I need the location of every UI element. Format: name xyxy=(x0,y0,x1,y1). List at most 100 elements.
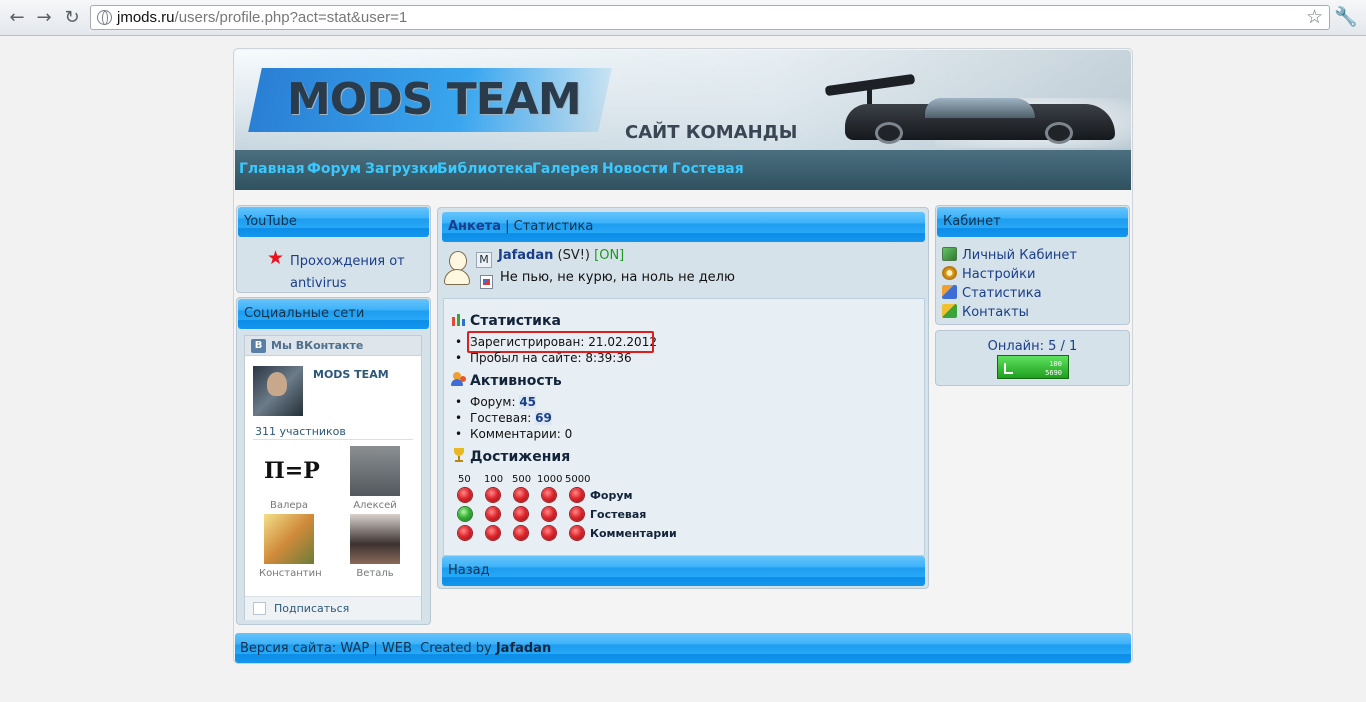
achievement-row-label: Гостевая xyxy=(590,508,647,521)
gender-icon: M xyxy=(476,252,492,268)
contacts-icon xyxy=(942,304,957,318)
vk-header-title[interactable]: Мы ВКонтакте xyxy=(271,339,363,352)
username-line: Jafadan (SV!) [ON] xyxy=(498,248,625,263)
message-icon[interactable] xyxy=(480,275,493,289)
member-avatar: П=Р xyxy=(264,458,320,484)
member-avatar xyxy=(264,514,314,564)
address-bar[interactable]: jmods.ru/users/profile.php?act=stat&user… xyxy=(90,5,1330,30)
members-count[interactable]: 311 участников xyxy=(255,425,346,438)
bar-chart-icon xyxy=(451,311,467,327)
achievement-dot xyxy=(458,526,472,540)
vk-widget: В Мы ВКонтакте MODS TEAM 311 участников … xyxy=(244,335,422,620)
achievement-dot xyxy=(486,526,500,540)
forum-count-link[interactable]: 45 xyxy=(519,395,537,409)
id-card-icon xyxy=(942,247,957,261)
nav-item-guestbook[interactable]: Гостевая xyxy=(672,161,744,177)
time-online-item: Пробыл на сайте: 8:39:36 xyxy=(455,351,632,365)
tab-profile[interactable]: Анкета xyxy=(448,219,501,234)
cabinet-panel: Кабинет Личный Кабинет Настройки Статист… xyxy=(935,205,1130,325)
arrow-right-icon[interactable]: → xyxy=(32,6,56,30)
star-icon[interactable]: ☆ xyxy=(1306,6,1323,29)
social-header: Социальные сети xyxy=(238,299,429,329)
achievement-dot xyxy=(570,526,584,540)
tier-label: 5000 xyxy=(565,474,591,485)
profile-tabs: Анкета | Статистика xyxy=(442,212,925,242)
footer-bar: Версия сайта: WAP | WEB Created by Jafad… xyxy=(235,633,1131,663)
cabinet-item-contacts[interactable]: Контакты xyxy=(942,304,1029,320)
footer-author[interactable]: Jafadan xyxy=(496,641,551,656)
profile-panel: Анкета | Статистика M Jafadan (SV!) [ON]… xyxy=(437,207,929,589)
nav-item-home[interactable]: Главная xyxy=(239,161,305,177)
users-icon xyxy=(451,371,467,387)
achievement-row-label: Комментарии xyxy=(590,527,677,540)
trophy-icon xyxy=(451,447,467,463)
reload-icon[interactable]: ↻ xyxy=(60,6,84,30)
site-container: MODS TEAM САЙТ КОМАНДЫ Главная Форум Заг… xyxy=(233,48,1133,664)
achievement-dot xyxy=(514,526,528,540)
achievement-dot xyxy=(514,488,528,502)
star-icon: ★ xyxy=(267,247,285,269)
arrow-left-icon[interactable]: ← xyxy=(5,6,29,30)
tab-statistics[interactable]: Статистика xyxy=(514,219,594,234)
member-item[interactable]: Константин xyxy=(259,514,322,579)
site-logo[interactable]: MODS TEAM xyxy=(287,74,582,125)
online-count[interactable]: Онлайн: 5 / 1 xyxy=(936,339,1129,354)
user-status: Не пью, не курю, на ноль не делю xyxy=(500,270,735,285)
nav-item-forum[interactable]: Форум xyxy=(307,161,361,177)
group-name[interactable]: MODS TEAM xyxy=(313,368,389,381)
nav-item-gallery[interactable]: Галерея xyxy=(532,161,599,177)
back-link[interactable]: Назад xyxy=(448,563,490,578)
counter-chart-icon xyxy=(1004,363,1013,374)
wrench-icon[interactable]: 🔧 xyxy=(1334,5,1358,29)
online-panel: Онлайн: 5 / 1 100 5690 xyxy=(935,330,1130,386)
achievement-dot xyxy=(458,507,472,521)
gear-icon xyxy=(942,266,957,280)
achievement-dot xyxy=(542,507,556,521)
url-text[interactable]: jmods.ru/users/profile.php?act=stat&user… xyxy=(117,9,407,26)
user-avatar-icon xyxy=(444,251,470,285)
stats-box: Статистика Зарегистрирован: 21.02.2012 П… xyxy=(443,298,925,556)
subscribe-label[interactable]: Подписаться xyxy=(274,602,349,615)
subscribe-checkbox[interactable] xyxy=(253,602,266,615)
cabinet-item-stats[interactable]: Статистика xyxy=(942,285,1042,301)
nav-item-downloads[interactable]: Загрузки xyxy=(365,161,438,177)
site-slogan: САЙТ КОМАНДЫ xyxy=(625,122,798,143)
footer-link-web[interactable]: WEB xyxy=(382,641,412,656)
tier-label: 500 xyxy=(512,474,532,485)
youtube-panel: YouTube ★ Прохождения от antivirus xyxy=(236,205,431,293)
youtube-link[interactable]: Прохождения от antivirus xyxy=(290,251,430,295)
nav-item-news[interactable]: Новости xyxy=(602,161,668,177)
tier-label: 50 xyxy=(458,474,471,485)
users-icon xyxy=(942,285,957,299)
activity-title: Активность xyxy=(470,373,562,389)
guest-count-link[interactable]: 69 xyxy=(535,411,552,425)
cabinet-item-personal[interactable]: Личный Кабинет xyxy=(942,247,1077,263)
cabinet-header: Кабинет xyxy=(937,207,1128,237)
achievements-title: Достижения xyxy=(470,449,571,465)
globe-icon xyxy=(97,10,112,25)
member-avatar xyxy=(350,514,400,564)
header-banner: MODS TEAM САЙТ КОМАНДЫ xyxy=(235,50,1131,150)
username-link[interactable]: Jafadan xyxy=(498,248,553,263)
achievement-dot xyxy=(570,507,584,521)
stats-title: Статистика xyxy=(470,313,561,329)
achievement-dot xyxy=(570,488,584,502)
member-item[interactable]: Алексей xyxy=(345,446,405,511)
member-item[interactable]: Веталь xyxy=(345,514,405,579)
achievement-dot xyxy=(486,507,500,521)
achievement-dot xyxy=(514,507,528,521)
achievement-dot xyxy=(486,488,500,502)
car-image xyxy=(815,73,1125,144)
member-item[interactable]: П=Р Валера xyxy=(259,446,320,511)
back-bar: Назад xyxy=(442,556,925,586)
youtube-header: YouTube xyxy=(238,207,429,237)
footer-link-wap[interactable]: WAP xyxy=(340,641,369,656)
member-avatar xyxy=(350,446,400,496)
nav-item-library[interactable]: Библиотека xyxy=(437,161,534,177)
highlight-box xyxy=(467,331,654,353)
group-avatar[interactable] xyxy=(253,366,303,416)
online-tag: [ON] xyxy=(594,248,625,263)
subscribe-row[interactable]: Подписаться xyxy=(245,596,421,620)
visit-counter[interactable]: 100 5690 xyxy=(997,355,1069,379)
cabinet-item-settings[interactable]: Настройки xyxy=(942,266,1035,282)
